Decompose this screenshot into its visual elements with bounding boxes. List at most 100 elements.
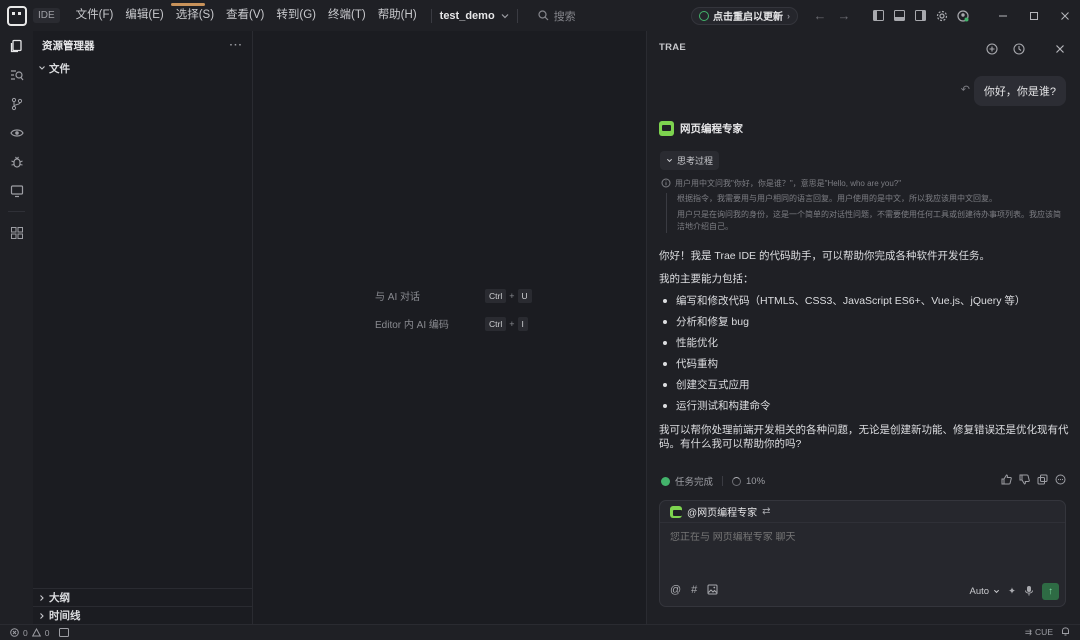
thinking-body: 根据指令，我需要用与用户相同的语言回复。用户使用的是中文，所以我应该用中文回复。… xyxy=(666,193,1067,233)
more-icon[interactable] xyxy=(1055,474,1066,488)
thinking-label: 思考过程 xyxy=(677,156,714,166)
minimize-icon[interactable] xyxy=(987,0,1018,31)
menu-bar: 文件(F) 编辑(E) 选择(S) 查看(V) 转到(G) 终端(T) 帮助(H… xyxy=(70,0,423,31)
menu-help[interactable]: 帮助(H) xyxy=(372,0,423,31)
toggle-sidebar-icon[interactable] xyxy=(868,5,889,26)
agent-avatar-icon xyxy=(670,505,682,518)
project-selector[interactable]: test_demo xyxy=(440,10,509,22)
terminal-icon[interactable] xyxy=(59,628,70,637)
menu-terminal[interactable]: 终端(T) xyxy=(322,0,372,31)
restart-update-button[interactable]: 点击重启以更新 › xyxy=(691,6,798,25)
outline-section-label: 大纲 xyxy=(49,592,70,604)
toggle-panel-icon[interactable] xyxy=(889,5,910,26)
update-icon xyxy=(699,10,709,21)
list-item: 代码重构 xyxy=(663,353,1069,374)
bullet-icon xyxy=(663,319,667,324)
list-item: 分析和修复 bug xyxy=(663,311,1069,332)
kbd-key: I xyxy=(517,316,528,331)
code-search-icon[interactable] xyxy=(0,60,33,89)
agent-mention[interactable]: @网页编程专家 ⇄ xyxy=(660,501,1065,523)
timeline-section[interactable]: 时间线 xyxy=(33,606,253,624)
search-box[interactable]: 搜索 xyxy=(538,8,576,24)
thinking-toggle-button[interactable]: 思考过程 xyxy=(660,151,720,170)
list-item-text: 性能优化 xyxy=(676,336,718,349)
source-control-icon[interactable] xyxy=(0,89,33,118)
list-item-text: 代码重构 xyxy=(676,357,718,370)
input-tools: @ # xyxy=(670,584,718,598)
hashtag-context-icon[interactable]: # xyxy=(691,584,697,598)
send-button[interactable]: ↑ xyxy=(1042,583,1059,600)
activity-bar xyxy=(0,31,33,624)
model-label: Auto xyxy=(969,586,990,597)
mention-at-icon[interactable]: @ xyxy=(670,584,681,598)
error-icon[interactable] xyxy=(10,628,19,637)
hint-label: 与 AI 对话 xyxy=(375,292,421,303)
title-bar: IDE 文件(F) 编辑(E) 选择(S) 查看(V) 转到(G) 终端(T) … xyxy=(0,0,1080,31)
trae-logo-icon xyxy=(7,5,27,26)
model-selector[interactable]: Auto xyxy=(969,586,1000,597)
switch-agent-icon[interactable]: ⇄ xyxy=(762,506,770,517)
account-icon[interactable] xyxy=(952,5,973,26)
list-item-text: 运行测试和构建命令 xyxy=(676,399,771,412)
kbd-key: Ctrl xyxy=(485,316,507,331)
thumbs-up-icon[interactable] xyxy=(1001,474,1012,488)
undo-icon[interactable]: ↶ xyxy=(961,83,970,96)
explorer-files-icon[interactable] xyxy=(0,31,33,60)
ide-badge: IDE xyxy=(33,8,60,23)
menu-view[interactable]: 查看(V) xyxy=(220,0,270,31)
history-icon[interactable] xyxy=(1008,38,1029,59)
chat-input[interactable] xyxy=(670,532,1050,543)
thinking-line: 用户用中文问我"你好，你是谁？"，意思是"Hello, who are you?… xyxy=(661,178,1067,190)
settings-gear-icon[interactable] xyxy=(931,5,952,26)
list-item: 运行测试和构建命令 xyxy=(663,395,1069,416)
divider xyxy=(722,476,724,486)
forward-arrow-icon[interactable]: → xyxy=(832,8,856,23)
search-icon xyxy=(538,10,549,21)
warning-count: 0 xyxy=(44,627,50,638)
image-attach-icon[interactable] xyxy=(707,584,718,598)
files-section-label: 文件 xyxy=(49,62,70,75)
more-options-icon[interactable]: ··· xyxy=(230,39,244,51)
search-placeholder: 搜索 xyxy=(553,10,576,23)
answer-intro: 你好！我是 Trae IDE 的代码助手，可以帮助你完成各种软件开发任务。 xyxy=(659,250,990,262)
maximize-icon[interactable] xyxy=(1018,0,1049,31)
explorer-panel: 资源管理器 ··· 文件 大纲 时间线 xyxy=(33,31,253,624)
back-arrow-icon[interactable]: ← xyxy=(808,8,832,23)
bullet-icon xyxy=(663,361,667,366)
cue-indicator[interactable]: ⇉ CUE xyxy=(1025,627,1053,638)
remote-monitor-icon[interactable] xyxy=(0,176,33,205)
warning-icon[interactable] xyxy=(31,628,41,637)
assistant-answer: 你好！我是 Trae IDE 的代码助手，可以帮助你完成各种软件开发任务。 我的… xyxy=(659,249,1069,460)
hint-inline-ai: Editor 内 AI 编码 Ctrl + I xyxy=(375,316,528,331)
thinking-text: 根据指令，我需要用与用户相同的语言回复。用户使用的是中文，所以我应该用中文回复。 xyxy=(677,194,997,203)
menu-go[interactable]: 转到(G) xyxy=(270,0,322,31)
menu-file[interactable]: 文件(F) xyxy=(70,0,120,31)
copy-icon[interactable] xyxy=(1037,474,1048,488)
toggle-chat-icon[interactable] xyxy=(910,5,931,26)
thumbs-down-icon[interactable] xyxy=(1019,474,1030,488)
notification-bell-icon[interactable] xyxy=(1061,626,1070,638)
thinking-content: 用户用中文问我"你好，你是谁？"，意思是"Hello, who are you?… xyxy=(661,178,1067,237)
project-name: test_demo xyxy=(439,9,495,22)
title-right-controls: 点击重启以更新 › ← → xyxy=(691,0,1080,31)
sparkle-enhance-icon[interactable]: ✦ xyxy=(1008,586,1016,597)
agent-name: 网页编程专家 xyxy=(680,123,743,135)
close-panel-icon[interactable] xyxy=(1049,38,1070,59)
divider xyxy=(516,8,518,23)
mention-label: @网页编程专家 xyxy=(687,508,758,519)
extensions-icon[interactable] xyxy=(0,218,33,247)
preview-eye-icon[interactable] xyxy=(0,118,33,147)
debug-bug-icon[interactable] xyxy=(0,147,33,176)
close-window-icon[interactable] xyxy=(1049,0,1080,31)
kbd-key: Ctrl xyxy=(485,288,507,303)
menu-edit[interactable]: 编辑(E) xyxy=(119,0,169,31)
new-chat-icon[interactable] xyxy=(981,38,1002,59)
list-item-text: 分析和修复 bug xyxy=(676,315,749,328)
outline-section[interactable]: 大纲 xyxy=(33,588,253,606)
user-message: 你好，你是谁? xyxy=(973,76,1066,106)
microphone-icon[interactable] xyxy=(1024,585,1034,599)
progress-spinner-icon xyxy=(732,476,742,486)
list-item: 创建交互式应用 xyxy=(663,374,1069,395)
files-section[interactable]: 文件 xyxy=(33,59,252,77)
explorer-header: 资源管理器 ··· xyxy=(33,31,252,59)
